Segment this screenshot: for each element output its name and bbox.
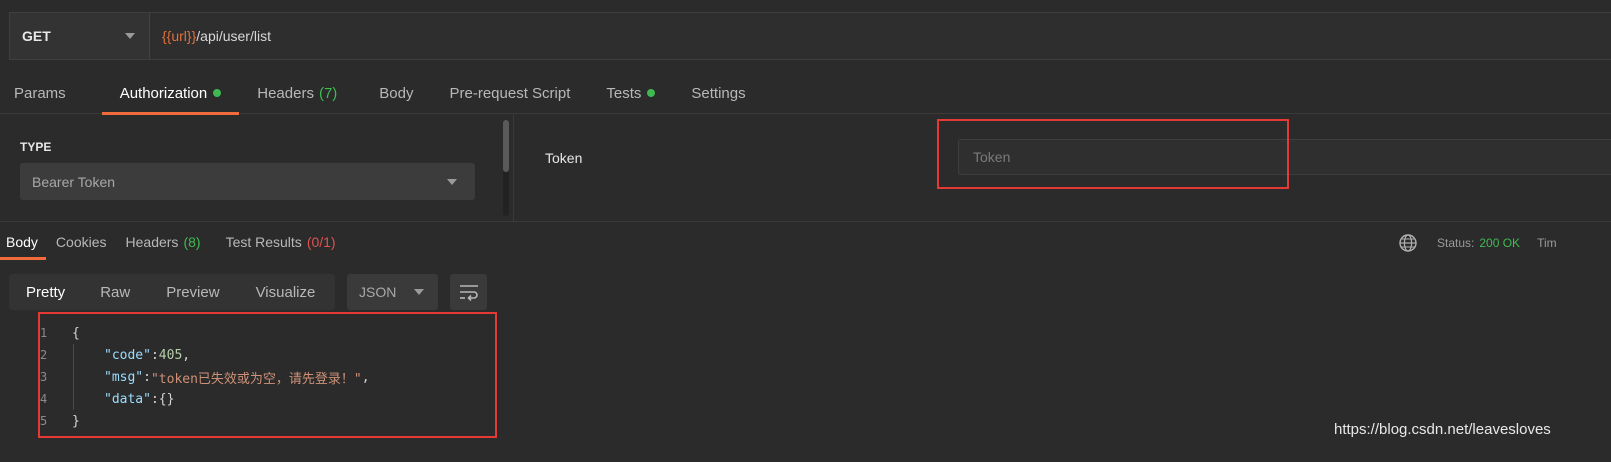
tab-label: Headers bbox=[125, 234, 179, 250]
tab-test-results[interactable]: Test Results (0/1) bbox=[226, 224, 336, 260]
tab-label: Authorization bbox=[119, 84, 208, 102]
tab-body[interactable]: Body bbox=[379, 72, 413, 114]
tab-response-body[interactable]: Body bbox=[0, 224, 46, 260]
tab-badge: (0/1) bbox=[306, 234, 336, 250]
chevron-down-icon bbox=[447, 178, 457, 185]
tab-cookies[interactable]: Cookies bbox=[56, 224, 107, 260]
tab-label: Test Results bbox=[225, 234, 302, 250]
status-label: Status: bbox=[1437, 236, 1475, 250]
url-bar: GET {{url}}/api/user/list bbox=[9, 12, 1611, 60]
tab-settings[interactable]: Settings bbox=[691, 72, 745, 114]
format-tabs: Pretty Raw Preview Visualize bbox=[9, 274, 335, 310]
tab-label: Body bbox=[6, 234, 38, 250]
response-status: Status: 200 OK Tim bbox=[1398, 232, 1557, 254]
status-dot-icon bbox=[647, 89, 656, 97]
divider bbox=[0, 221, 1611, 222]
wrap-lines-button[interactable] bbox=[450, 274, 487, 310]
tab-label: Tests bbox=[606, 84, 642, 102]
method-label: GET bbox=[22, 28, 51, 44]
scrollbar-thumb[interactable] bbox=[503, 120, 509, 172]
request-tabs: Params Authorization Headers (7) Body Pr… bbox=[0, 72, 1611, 115]
chevron-down-icon bbox=[414, 289, 424, 295]
url-path: /api/user/list bbox=[196, 28, 271, 44]
time-label: Tim bbox=[1537, 236, 1557, 250]
watermark: https://blog.csdn.net/leavesloves bbox=[1334, 421, 1551, 438]
language-select[interactable]: JSON bbox=[347, 274, 438, 310]
url-input[interactable]: {{url}}/api/user/list bbox=[150, 13, 1611, 59]
wrap-icon bbox=[459, 285, 478, 301]
tab-authorization[interactable]: Authorization bbox=[101, 72, 240, 115]
highlight-box-token bbox=[937, 119, 1289, 189]
status-dot-icon bbox=[213, 89, 222, 97]
globe-icon[interactable] bbox=[1398, 233, 1418, 253]
auth-type-label: TYPE bbox=[20, 140, 52, 154]
tab-response-headers[interactable]: Headers (8) bbox=[126, 224, 201, 260]
tab-headers[interactable]: Headers (7) bbox=[257, 72, 337, 114]
chevron-down-icon bbox=[125, 33, 135, 39]
highlight-box-response bbox=[38, 312, 497, 438]
language-value: JSON bbox=[359, 284, 397, 300]
tab-label: Body bbox=[379, 84, 414, 102]
auth-type-panel: TYPE Bearer Token bbox=[0, 115, 514, 221]
tab-tests[interactable]: Tests bbox=[606, 72, 656, 114]
panel-scrollbar[interactable] bbox=[503, 120, 509, 216]
tab-label: Cookies bbox=[55, 234, 107, 250]
tab-pre-request-script[interactable]: Pre-request Script bbox=[450, 72, 571, 114]
format-visualize[interactable]: Visualize bbox=[256, 274, 316, 310]
tab-params[interactable]: Params bbox=[14, 72, 66, 114]
method-select[interactable]: GET bbox=[10, 13, 150, 59]
status-value: 200 OK bbox=[1479, 236, 1521, 250]
format-pretty[interactable]: Pretty bbox=[26, 274, 65, 310]
tab-label: Params bbox=[14, 84, 66, 102]
format-preview[interactable]: Preview bbox=[166, 274, 219, 310]
token-label: Token bbox=[545, 150, 583, 166]
tab-label: Headers bbox=[257, 84, 314, 102]
tab-badge: (7) bbox=[318, 84, 338, 102]
format-raw[interactable]: Raw bbox=[100, 274, 130, 310]
auth-type-select[interactable]: Bearer Token bbox=[20, 163, 475, 200]
response-tabs: Body Cookies Headers (8) Test Results (0… bbox=[0, 224, 336, 260]
tab-label: Pre-request Script bbox=[449, 84, 571, 102]
tab-label: Settings bbox=[691, 84, 746, 102]
tab-badge: (8) bbox=[183, 234, 201, 250]
url-variable: {{url}} bbox=[162, 28, 197, 44]
auth-type-value: Bearer Token bbox=[32, 173, 116, 190]
